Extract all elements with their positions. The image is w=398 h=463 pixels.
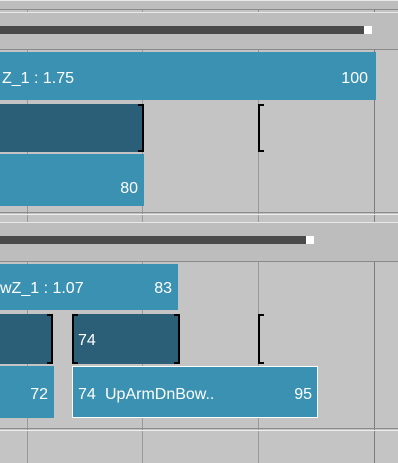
clip-end-value: 83 <box>154 280 172 297</box>
selected-clip[interactable]: 74 UpArmDnBow.. 95 <box>72 366 318 418</box>
divider <box>0 212 398 213</box>
clip-label: UpArmDnBow.. <box>105 386 215 403</box>
clip-start-value: 74 <box>78 332 96 349</box>
track-scrollbar[interactable] <box>0 26 372 34</box>
clip-end-value: 100 <box>341 70 368 87</box>
clip-start-marker <box>72 314 78 364</box>
track-header <box>0 0 398 10</box>
clip-bar[interactable]: wZ_1 : 1.07 83 <box>0 264 178 310</box>
clip-start-marker <box>258 314 264 364</box>
clip-bar[interactable]: Z_1 : 1.75 100 <box>0 52 376 100</box>
clip-end-value: 80 <box>120 180 138 197</box>
divider <box>0 214 398 215</box>
clip-end-value: 72 <box>30 386 48 403</box>
divider <box>0 430 398 431</box>
scrollbar-thumb[interactable] <box>364 26 372 34</box>
clip-bar-dark[interactable]: 74 <box>72 314 180 364</box>
clip-bar[interactable]: 72 <box>0 366 54 418</box>
clip-bar-dark[interactable] <box>0 314 52 364</box>
clip-bar-dark[interactable] <box>0 104 142 152</box>
track-scrollbar[interactable] <box>0 236 310 244</box>
clip-end-marker <box>138 104 144 152</box>
divider <box>0 428 398 429</box>
clip-start-marker <box>258 104 264 152</box>
clip-bar[interactable]: 80 <box>0 154 144 206</box>
clip-label: Z_1 : 1.75 <box>2 70 75 87</box>
clip-end-marker <box>47 314 53 364</box>
scrollbar-thumb[interactable] <box>306 236 314 244</box>
clip-end-value: 95 <box>294 386 312 403</box>
clip-end-marker <box>174 314 180 364</box>
clip-label: wZ_1 : 1.07 <box>0 280 84 297</box>
clip-start-value: 74 <box>78 386 96 403</box>
